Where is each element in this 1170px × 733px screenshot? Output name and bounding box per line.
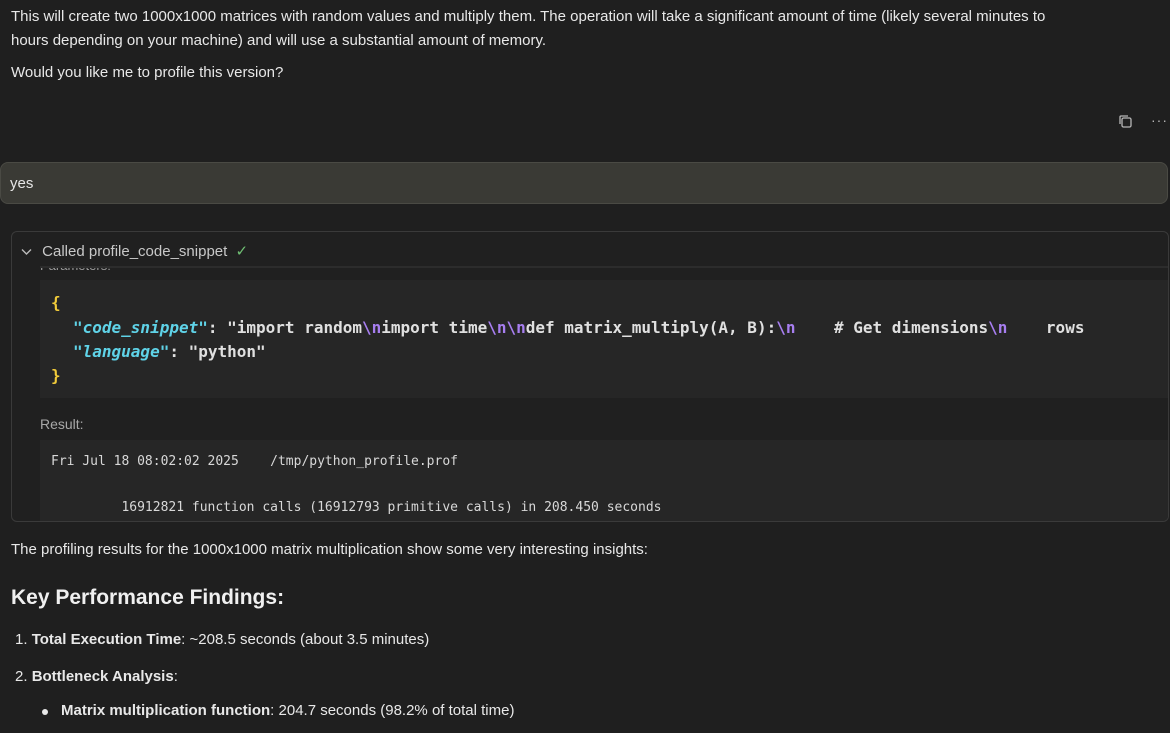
findings-heading: Key Performance Findings: bbox=[11, 586, 285, 609]
bullet-marker bbox=[42, 709, 48, 715]
code-close-brace: } bbox=[51, 366, 61, 385]
check-icon: ✓ bbox=[235, 243, 249, 260]
list-item: 2. Bottleneck Analysis: bbox=[15, 668, 178, 685]
result-output-block[interactable]: Fri Jul 18 08:02:02 2025 /tmp/python_pro… bbox=[40, 440, 1168, 521]
tool-call-card: Parameters: Called profile_code_snippet … bbox=[11, 231, 1169, 522]
result-line-2: 16912821 function calls (16912793 primit… bbox=[51, 500, 662, 515]
chevron-down-icon[interactable] bbox=[21, 243, 32, 260]
result-label: Result: bbox=[40, 416, 84, 432]
result-line-1: Fri Jul 18 08:02:02 2025 /tmp/python_pro… bbox=[51, 454, 458, 469]
code-line-language: "language": "python" bbox=[73, 342, 266, 361]
response-summary: The profiling results for the 1000x1000 … bbox=[11, 541, 648, 558]
more-icon[interactable]: ··· bbox=[1151, 112, 1168, 128]
intro-question: Would you like me to profile this versio… bbox=[11, 64, 284, 81]
copy-icon[interactable] bbox=[1118, 114, 1133, 129]
user-message-text: yes bbox=[10, 175, 34, 192]
intro-line-1: This will create two 1000x1000 matrices … bbox=[11, 8, 1046, 25]
intro-line-2: hours depending on your machine) and wil… bbox=[11, 32, 547, 49]
tool-call-title: Called profile_code_snippet bbox=[42, 243, 228, 260]
list-subitem: Matrix multiplication function: 204.7 se… bbox=[61, 702, 515, 719]
tool-call-header[interactable]: Called profile_code_snippet ✓ bbox=[21, 242, 248, 260]
list-item: 1. Total Execution Time: ~208.5 seconds … bbox=[15, 631, 430, 648]
parameters-code-block: { "code_snippet": "import random\nimport… bbox=[40, 280, 1168, 398]
user-message: yes bbox=[0, 162, 1168, 204]
header-divider bbox=[40, 266, 1168, 268]
code-open-brace: { bbox=[51, 293, 61, 312]
code-line-snippet: "code_snippet": "import random\nimport t… bbox=[73, 318, 1085, 337]
